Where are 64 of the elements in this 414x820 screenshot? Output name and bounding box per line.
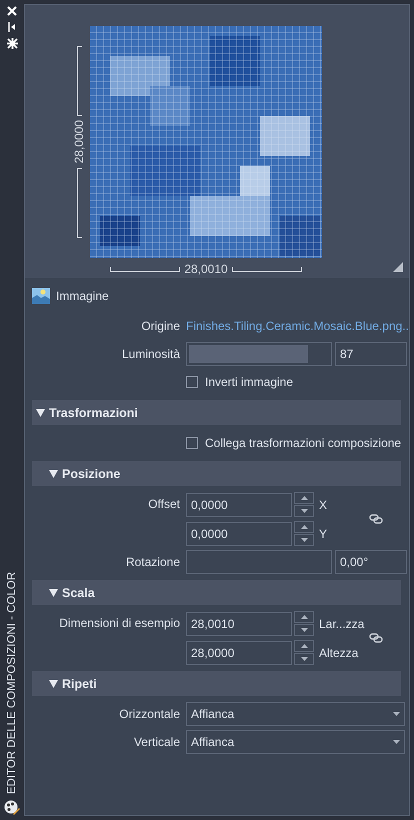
- checkbox[interactable]: [186, 376, 198, 388]
- up-triangle-icon: [300, 615, 308, 619]
- field-label: Dimensioni di esempio: [58, 616, 180, 630]
- axis-label: X: [319, 498, 328, 512]
- field-label: Origine: [140, 319, 180, 333]
- image-icon: [32, 288, 50, 304]
- down-triangle-icon: [300, 657, 308, 661]
- increment-button[interactable]: [294, 611, 314, 623]
- chain-link-icon[interactable]: [369, 633, 383, 643]
- axis-label: Y: [319, 526, 328, 540]
- width-dimension: 28,0010: [184, 262, 228, 276]
- brightness-slider[interactable]: [186, 342, 332, 366]
- up-triangle-icon: [300, 496, 308, 500]
- section-title: Immagine: [56, 289, 109, 303]
- close-icon[interactable]: [7, 6, 17, 16]
- checkbox-label: Collega trasformazioni composizione: [205, 436, 402, 450]
- field-label: Rotazione: [124, 555, 180, 569]
- down-triangle-icon: [300, 509, 308, 513]
- field-label: Offset: [147, 497, 180, 511]
- section-header[interactable]: Scala: [32, 580, 401, 605]
- dropdown[interactable]: Affianca: [186, 730, 405, 754]
- angle-dial-field[interactable]: [186, 550, 332, 574]
- pin-icon[interactable]: [8, 22, 16, 32]
- field-label: Luminosità: [120, 347, 180, 361]
- decrement-button[interactable]: [294, 624, 314, 636]
- panel-title: EDITOR DELLE COMPOSIZIONI - COLOR: [6, 572, 18, 794]
- axis-label: Altezza: [319, 646, 358, 660]
- field-label: Orizzontale: [118, 707, 180, 721]
- increment-button[interactable]: [294, 492, 314, 504]
- collapse-triangle-icon: [36, 408, 45, 416]
- increment-button[interactable]: [294, 521, 314, 533]
- down-triangle-icon: [300, 628, 308, 632]
- palette-icon: [4, 800, 20, 816]
- settings-icon[interactable]: [6, 38, 18, 49]
- decrement-button[interactable]: [294, 505, 314, 517]
- caret-icon: [393, 712, 400, 716]
- dropdown[interactable]: Affianca: [186, 702, 405, 726]
- checkbox[interactable]: [186, 437, 198, 449]
- resize-grip-icon[interactable]: [393, 262, 403, 272]
- up-triangle-icon: [300, 644, 308, 648]
- field-label: Verticale: [132, 735, 180, 749]
- up-triangle-icon: [300, 525, 308, 529]
- checkbox-label: Inverti immagine: [205, 375, 294, 389]
- height-dimension: 28,0000: [72, 120, 86, 164]
- down-triangle-icon: [300, 538, 308, 542]
- caret-icon: [393, 740, 400, 744]
- number-field[interactable]: 0,0000: [186, 522, 292, 546]
- collapse-triangle-icon: [49, 470, 58, 478]
- section-header[interactable]: Ripeti: [32, 671, 401, 696]
- angle-field[interactable]: 0,00°: [335, 550, 407, 574]
- number-field[interactable]: 0,0000: [186, 492, 292, 516]
- section-header[interactable]: Trasformazioni: [32, 400, 401, 425]
- decrement-button[interactable]: [294, 653, 314, 665]
- axis-label: Lar...zza: [319, 616, 364, 630]
- collapse-triangle-icon: [49, 588, 58, 596]
- number-field[interactable]: 28,0000: [186, 640, 292, 664]
- chain-link-icon[interactable]: [369, 514, 383, 524]
- number-field[interactable]: 28,0010: [186, 612, 292, 636]
- decrement-button[interactable]: [294, 534, 314, 546]
- source-file-link[interactable]: Finishes.Tiling.Ceramic.Mosaic.Blue.png...: [186, 319, 409, 333]
- brightness-field[interactable]: 87: [335, 342, 407, 366]
- section-header[interactable]: Posizione: [32, 461, 401, 486]
- increment-button[interactable]: [294, 640, 314, 652]
- collapse-triangle-icon: [49, 680, 58, 688]
